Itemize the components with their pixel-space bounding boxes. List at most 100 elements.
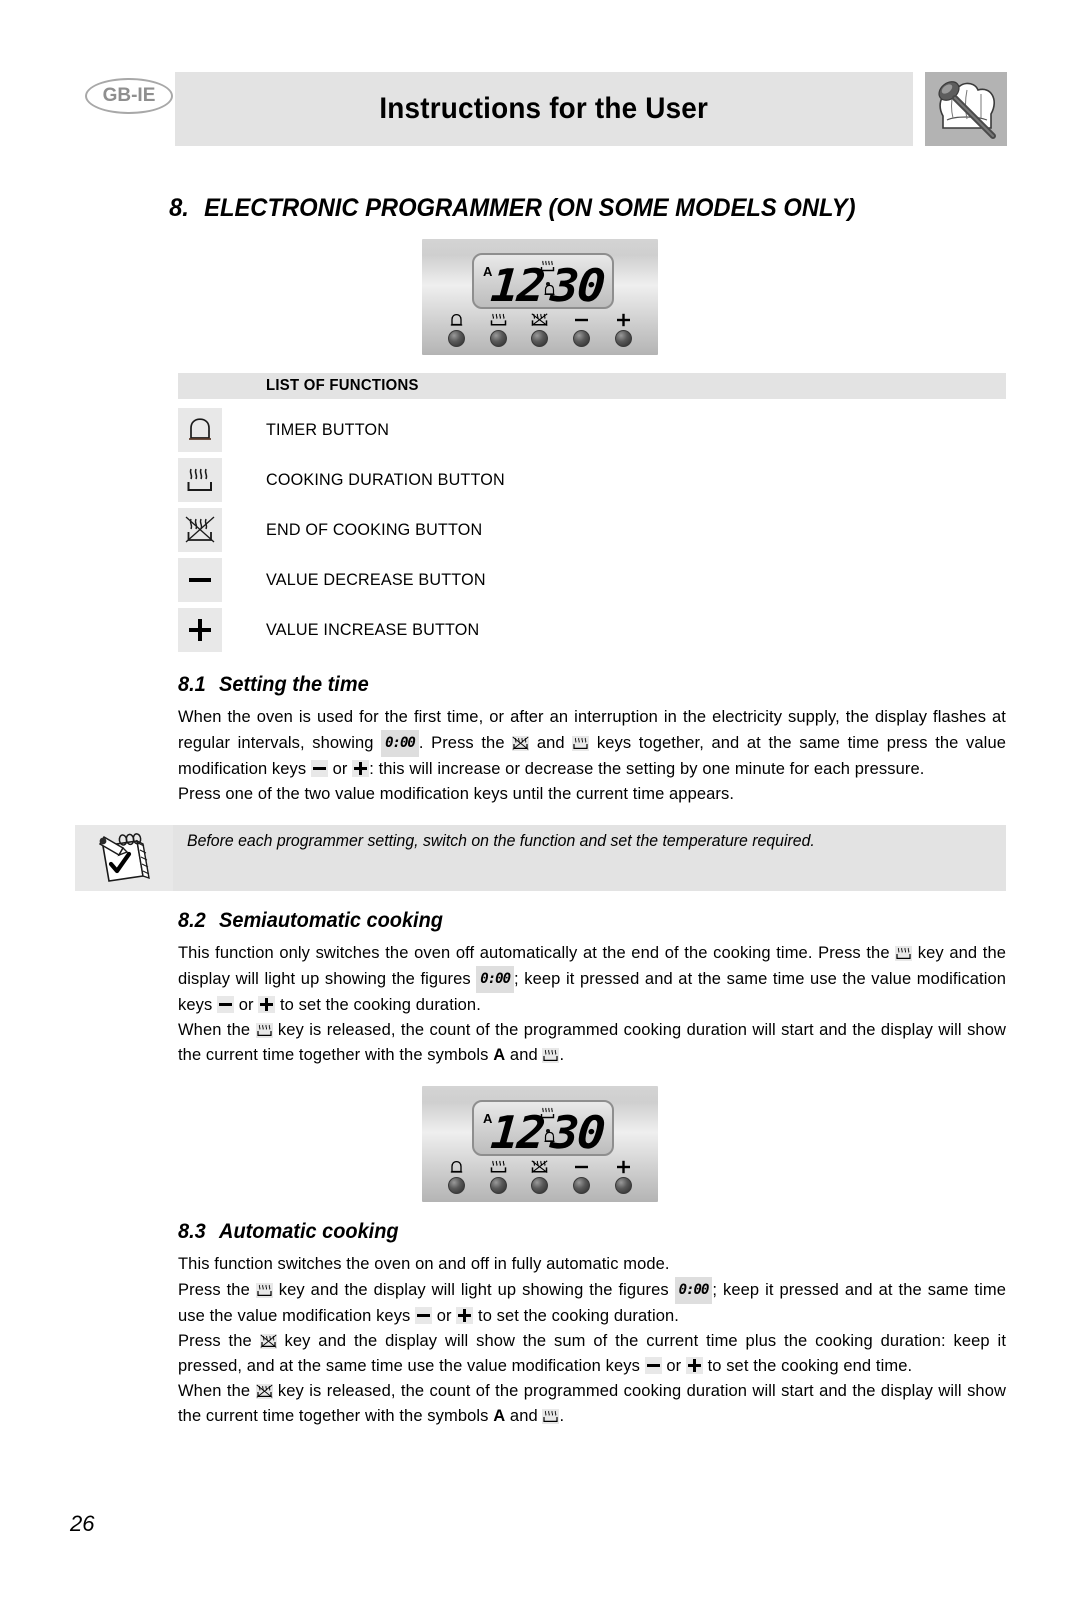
page-header: GB-IE Instructions for the User (0, 72, 1080, 168)
knob[interactable] (531, 1177, 549, 1194)
function-label: COOKING DURATION BUTTON (266, 470, 505, 489)
lcd-minutes: 30 (548, 1106, 606, 1159)
subsection-number: 8.2 (178, 909, 206, 932)
function-label: END OF COOKING BUTTON (266, 520, 483, 539)
heating-element-icon (540, 260, 555, 278)
lcd-minutes: 30 (548, 259, 606, 312)
subsection-8-3-title: 8.3 Automatic cooking (178, 1220, 1035, 1244)
minus-icon (217, 996, 235, 1013)
programmer-button-row (422, 1154, 658, 1194)
table-row: TIMER BUTTON (178, 405, 1080, 455)
cooking-duration-button[interactable] (489, 1160, 507, 1194)
paragraph-text: to set the cooking duration. (478, 1307, 679, 1325)
plus-icon (616, 1160, 630, 1174)
cooking-duration-button[interactable] (489, 313, 507, 347)
knob[interactable] (573, 330, 591, 347)
paragraph-text: and (509, 1046, 538, 1064)
plus-icon (616, 313, 630, 327)
value-decrease-button[interactable] (573, 313, 591, 347)
subsection-8-1-body: When the oven is used for the first time… (178, 705, 1006, 807)
bell-icon (451, 1160, 463, 1173)
value-increase-button[interactable] (614, 1160, 632, 1194)
plus-icon (456, 1307, 474, 1324)
subsection-heading: Automatic cooking (219, 1220, 399, 1243)
lcd-figure-inline: 0:00 (674, 1277, 713, 1304)
plus-icon (178, 608, 222, 652)
heating-element-icon (540, 1107, 555, 1125)
paragraph-text: This function switches the oven on and o… (178, 1255, 670, 1273)
timer-button[interactable] (448, 1160, 466, 1194)
note-box: Before each programmer setting, switch o… (75, 825, 1006, 891)
subsection-8-2-body: This function only switches the oven off… (178, 941, 1006, 1068)
paragraph-text: Press the (178, 1281, 250, 1299)
knob[interactable] (614, 330, 632, 347)
minus-icon (310, 760, 328, 777)
knob[interactable] (614, 1177, 632, 1194)
region-badge: GB-IE (85, 78, 173, 114)
heating-element-icon (178, 458, 222, 502)
minus-icon (575, 1165, 589, 1169)
paragraph-text: : this will increase or decrease the set… (369, 760, 925, 778)
lcd-figure-inline: 0:00 (381, 730, 419, 757)
lcd-figure-inline: 0:00 (476, 966, 514, 993)
table-row: VALUE DECREASE BUTTON (178, 555, 1080, 605)
heating-element-icon (542, 1048, 560, 1063)
end-of-cooking-button[interactable] (531, 313, 549, 347)
list-of-functions-header: LIST OF FUNCTIONS (178, 373, 1006, 399)
subsection-8-3-body: This function switches the oven on and o… (178, 1252, 1006, 1429)
paragraph-text: Press one of the two value modification … (178, 785, 735, 803)
notepad-checkmark-icon (75, 825, 173, 891)
subsection-heading: Setting the time (219, 673, 369, 696)
knob[interactable] (448, 330, 466, 347)
timer-button[interactable] (448, 313, 466, 347)
paragraph-text: . (559, 1046, 565, 1064)
list-of-functions-table: TIMER BUTTON COOKING DURATION BUTTON END… (178, 405, 1080, 655)
heating-element-icon (895, 946, 913, 961)
paragraph-text: and (509, 1407, 538, 1425)
heating-element-crossed-icon (531, 1160, 549, 1174)
value-increase-button[interactable] (614, 313, 632, 347)
page-title: Instructions for the User (379, 92, 709, 125)
plus-icon (352, 760, 370, 777)
paragraph-text: . (559, 1407, 565, 1425)
paragraph-text: to set the cooking duration. (279, 996, 481, 1014)
knob[interactable] (448, 1177, 466, 1194)
paragraph-text: to set the cooking end time. (707, 1357, 913, 1375)
header-title-bar: Instructions for the User (175, 72, 913, 146)
symbol-a: A (493, 1407, 506, 1425)
knob[interactable] (531, 330, 549, 347)
heating-element-crossed-icon (178, 508, 222, 552)
bell-icon (178, 408, 222, 452)
bell-icon (451, 313, 463, 326)
plus-icon (685, 1357, 703, 1374)
function-label: VALUE DECREASE BUTTON (266, 570, 486, 589)
programmer-panel-image-bottom: A 12 30 (0, 1086, 1080, 1202)
subsection-number: 8.3 (178, 1220, 206, 1243)
lcd-display: A 12 30 (472, 1100, 614, 1159)
heating-element-icon (490, 1160, 507, 1173)
paragraph-text: or (436, 1307, 452, 1325)
programmer-button-row (422, 307, 658, 347)
heating-element-icon (542, 1409, 560, 1424)
chef-hat-spoon-icon (925, 72, 1007, 146)
timer-bell-icon (544, 1130, 555, 1148)
subsection-heading: Semiautomatic cooking (219, 909, 443, 932)
heating-element-crossed-icon (531, 313, 549, 327)
value-decrease-button[interactable] (573, 1160, 591, 1194)
knob[interactable] (573, 1177, 591, 1194)
minus-icon (178, 558, 222, 602)
table-row: VALUE INCREASE BUTTON (178, 605, 1080, 655)
symbol-a: A (493, 1046, 506, 1064)
paragraph-text: key is released, the count of the progra… (178, 1021, 1006, 1064)
lcd-display: A 12 30 (472, 253, 614, 312)
knob[interactable] (489, 330, 507, 347)
end-of-cooking-button[interactable] (531, 1160, 549, 1194)
minus-icon (575, 318, 589, 322)
heating-element-icon (490, 313, 507, 326)
note-text: Before each programmer setting, switch o… (187, 832, 815, 850)
subsection-number: 8.1 (178, 673, 206, 696)
paragraph-text: When the (178, 1021, 251, 1039)
knob[interactable] (489, 1177, 507, 1194)
section-number: 8. (169, 194, 189, 222)
heating-element-crossed-icon (259, 1334, 277, 1349)
